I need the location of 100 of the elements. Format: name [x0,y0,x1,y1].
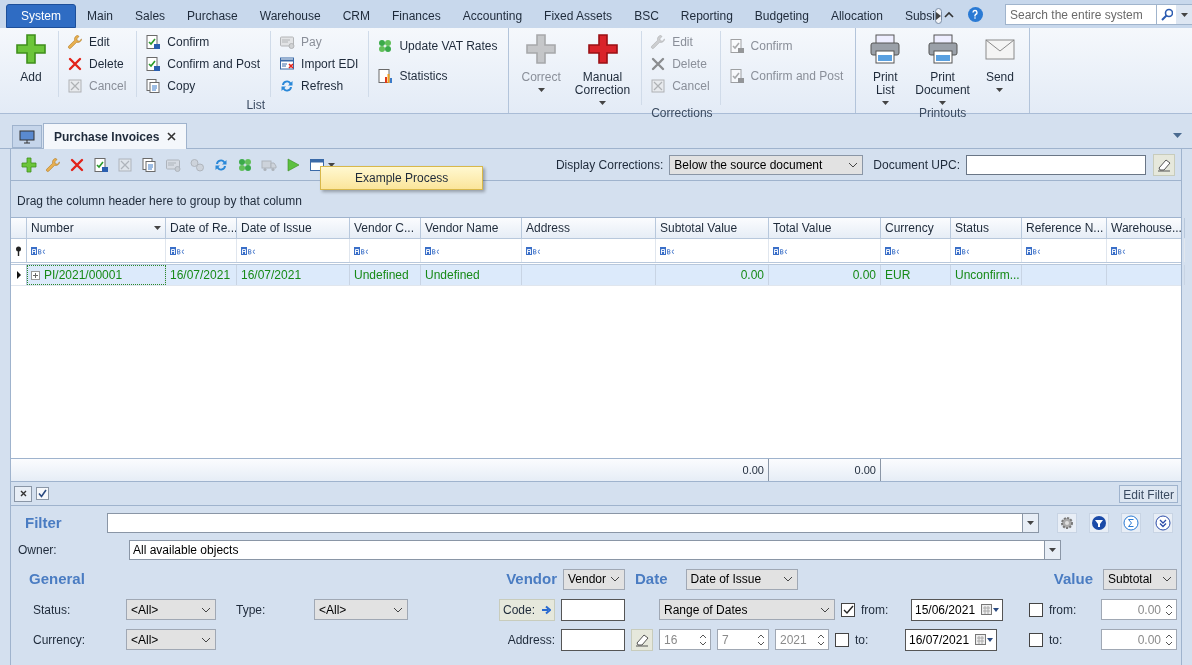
clover-icon [237,156,253,173]
date-type-dropdown[interactable]: Date of Issue [685,568,798,590]
document-upc-field[interactable] [966,154,1146,175]
total-value: 0.00 [854,462,876,478]
menu-tab[interactable]: Sales [124,4,177,28]
column-header[interactable]: Address [522,218,656,238]
sum-button[interactable] [1121,513,1141,533]
document-tab[interactable]: Purchase Invoices [43,123,188,149]
status-dropdown[interactable]: <All> [126,599,216,620]
checkbox[interactable] [841,602,855,617]
ribbon-button[interactable]: Delete [65,53,129,75]
column-header[interactable]: Date of Issue [237,218,350,238]
address-field[interactable] [561,628,625,651]
expand-button[interactable] [1153,513,1173,533]
help-icon [970,9,981,20]
column-header[interactable]: Number [27,218,166,238]
checkbox[interactable] [36,487,49,500]
ribbon-button[interactable]: Send [976,31,1023,92]
menu-tab[interactable]: Allocation [819,4,894,28]
owner-field[interactable]: All available objects [129,540,1045,560]
menu-item[interactable]: Example Process [320,166,484,190]
menu-tab[interactable]: Fixed Assets [533,4,624,28]
settings-button[interactable] [1057,513,1077,533]
date-range-dropdown[interactable]: Range of Dates [659,599,835,620]
desktop-tab[interactable] [12,125,42,148]
menu-tab[interactable]: Subsi [893,4,935,28]
calendar-icon [975,633,993,646]
chevron-down-icon [201,636,211,643]
edit-filter-button[interactable]: Edit Filter [1119,484,1178,503]
clear-filter-button[interactable] [14,485,32,502]
column-header[interactable]: Date of Re... [166,218,237,238]
vendor-dropdown[interactable]: Vendor [563,568,625,590]
plus-icon [15,33,47,65]
confirm-document-icon [145,56,162,72]
number-field[interactable]: 0.00 [1101,599,1177,620]
clear-button[interactable] [1153,153,1175,176]
column-header[interactable]: Currency [881,218,951,238]
help-button[interactable] [967,7,983,22]
row-pointer-icon [16,271,21,279]
checkbox[interactable] [1029,602,1043,617]
number-field[interactable]: 0.00 [1101,629,1177,650]
filter-field[interactable] [107,513,1023,533]
cancel-box-icon [117,156,133,173]
type-dropdown[interactable]: <All> [314,599,408,620]
confirm-document-icon [145,34,162,50]
checkbox[interactable] [835,632,849,647]
menu-tab[interactable]: System [6,4,76,28]
text-filter-icon [170,246,185,255]
number-field[interactable]: 16 [659,629,711,650]
delete-icon [650,56,667,72]
dropdown-button[interactable] [1045,540,1061,560]
ribbon-button[interactable]: Print Document [908,31,977,105]
display-corrections-dropdown[interactable]: Below the source document [669,154,864,175]
date-field[interactable]: 16/07/2021 [905,628,997,651]
value-type-dropdown[interactable]: Subtotal [1103,568,1177,590]
cancel-box-icon [650,78,667,94]
menu-tab[interactable]: Purchase [176,4,249,28]
date-field[interactable]: 15/06/2021 [911,598,1003,621]
clear-button[interactable] [631,628,653,651]
menu-tab[interactable]: Reporting [669,4,744,28]
column-header[interactable]: Vendor C... [350,218,421,238]
text-filter-icon [526,246,541,255]
number-field[interactable]: 2021 [775,629,829,650]
ribbon-button[interactable]: Edit [65,31,129,53]
filter-button[interactable] [1089,513,1109,533]
ribbon-button[interactable]: Print List [862,31,909,105]
field-label: Owner: [17,542,58,559]
ribbon-button[interactable]: Statistics [375,61,500,91]
column-header[interactable]: Subtotal Value [656,218,769,238]
ribbon-button[interactable]: Copy [143,75,263,97]
ribbon-button[interactable]: Confirm [143,31,263,53]
ribbon-button[interactable]: Add [8,31,54,84]
ribbon-button[interactable]: Refresh [277,75,361,97]
plus-icon [586,33,619,65]
ribbon-button[interactable]: Import EDI [277,53,361,75]
menu-tab[interactable]: BSC [623,4,670,28]
column-header[interactable]: Warehouse... [1107,218,1185,238]
column-header[interactable]: Reference N... [1022,218,1107,238]
chevron-down-icon [848,161,859,168]
checkbox[interactable] [1029,632,1043,647]
dropdown-button[interactable] [1023,513,1039,533]
menu-tab[interactable]: Accounting [451,4,534,28]
cancel-box-icon [67,78,83,94]
group-by-hint: Drag the column header here to group by that column [17,193,302,210]
ribbon-button[interactable]: Update VAT Rates [375,31,500,61]
ribbon-button[interactable]: Manual Correction [567,31,638,105]
menu-tab[interactable]: Budgeting [743,4,820,28]
column-header[interactable]: Total Value [769,218,881,238]
ribbon-button[interactable]: Confirm and Post [143,53,263,75]
code-field[interactable] [561,598,625,621]
menu-tab[interactable]: CRM [331,4,381,28]
scroll-right-button[interactable] [934,8,942,24]
menu-tab[interactable]: Warehouse [248,4,332,28]
currency-dropdown[interactable]: <All> [126,629,216,650]
code-button[interactable]: Code: [498,598,555,621]
menu-tab[interactable]: Main [76,4,125,28]
column-header[interactable]: Status [951,218,1022,238]
menu-tab[interactable]: Finances [381,4,452,28]
column-header[interactable]: Vendor Name [421,218,522,238]
field-label: Document UPC: [873,156,960,174]
